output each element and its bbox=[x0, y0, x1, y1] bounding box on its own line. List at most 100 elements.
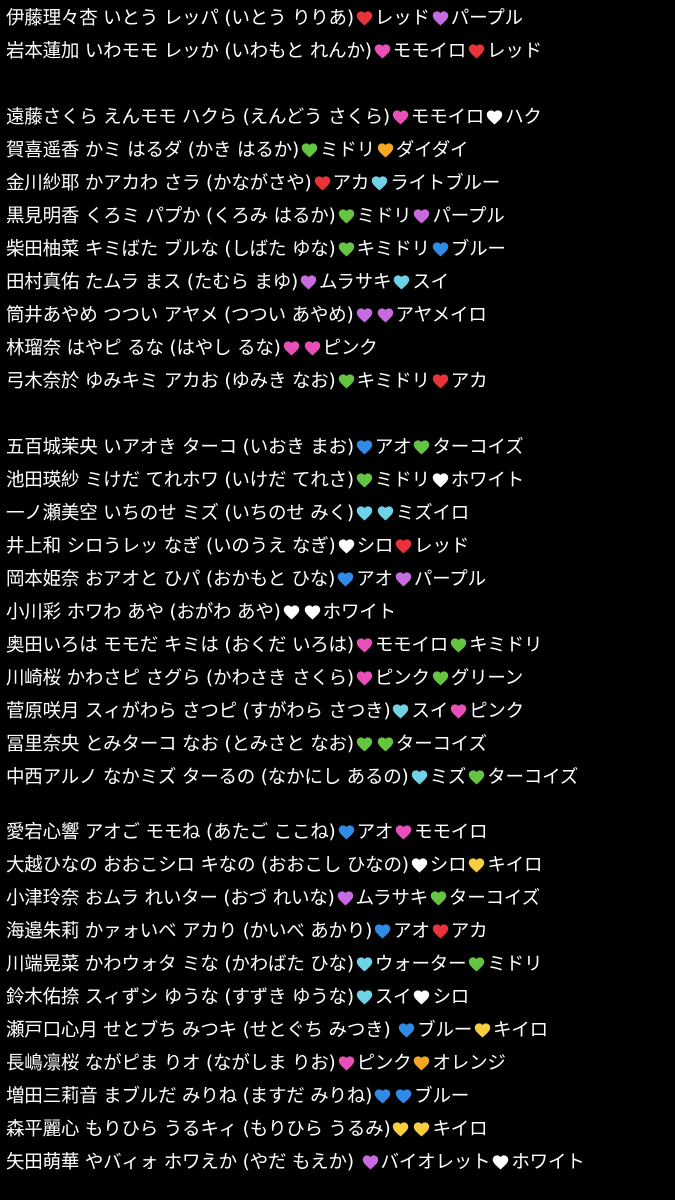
red-heart-icon bbox=[431, 922, 450, 939]
pink-heart-icon bbox=[373, 42, 392, 59]
member-line: 中西アルノ なかミズ ターるの (なかにし あるの) ミズ ターコイズ bbox=[6, 761, 671, 794]
color-label: ミドリ bbox=[319, 140, 375, 161]
green-heart-icon bbox=[449, 636, 468, 653]
color-label: ダイダイ bbox=[395, 140, 469, 161]
color-label: アオ bbox=[393, 921, 430, 942]
member-line: 伊藤理々杏 いとう レッパ (いとう りりあ) レッド パープル bbox=[6, 2, 671, 35]
color-label: レッド bbox=[414, 536, 470, 557]
pink-heart-icon bbox=[449, 702, 468, 719]
color-label: ピンク bbox=[374, 668, 430, 689]
member-name-text: 増田三莉音 まブルだ みりね (ますだ みりね) bbox=[6, 1086, 373, 1107]
color-label: ピンク bbox=[322, 338, 378, 359]
member-line: 小川彩 ホワわ あや (おがわ あや) ホワイト bbox=[6, 596, 671, 629]
green-heart-icon bbox=[376, 735, 395, 752]
member-line: 森平麗心 もりひら うるキィ (もりひら うるみ) キイロ bbox=[6, 1113, 671, 1146]
lightblue-heart-icon bbox=[392, 273, 411, 290]
white-heart-icon bbox=[431, 471, 450, 488]
color-label: バイオレット bbox=[380, 1152, 491, 1173]
member-name-text: 瀬戸口心月 せとブち みつキ (せとぐち みつき) bbox=[6, 1020, 397, 1041]
member-line: 矢田萌華 やバィォ ホワえか (やだ もえか) バイオレット ホワイト bbox=[6, 1146, 671, 1179]
color-label: アカ bbox=[450, 921, 488, 942]
color-label: キミドリ bbox=[356, 239, 430, 260]
color-label: ターコイズ bbox=[448, 888, 540, 909]
red-heart-icon bbox=[313, 174, 332, 191]
orange-heart-icon bbox=[376, 141, 395, 158]
color-label: モモイロ bbox=[392, 41, 466, 62]
yellow-heart-icon bbox=[412, 1120, 431, 1137]
member-line: 井上和 シロうレッ なぎ (いのうえ なぎ) シロ レッド bbox=[6, 530, 671, 563]
member-line: 川崎桜 かわさピ さグら (かわさき さくら) ピンク グリーン bbox=[6, 662, 671, 695]
color-label: ミドリ bbox=[356, 206, 412, 227]
green-heart-icon bbox=[412, 438, 431, 455]
color-label: ピンク bbox=[356, 1053, 412, 1074]
member-line: 筒井あやめ つつい アヤメ (つつい あやめ) アヤメイロ bbox=[6, 299, 671, 332]
red-heart-icon bbox=[355, 9, 374, 26]
member-line: 田村真佑 たムラ まス (たむら まゆ) ムラサキ スイ bbox=[6, 266, 671, 299]
green-heart-icon bbox=[337, 240, 356, 257]
member-name-text: 中西アルノ なかミズ ターるの (なかにし あるの) bbox=[6, 767, 409, 788]
member-line: 賀喜遥香 かミ はるダ (かき はるか) ミドリ ダイダイ bbox=[6, 134, 671, 167]
color-label: キイロ bbox=[493, 1020, 548, 1041]
yellow-heart-icon bbox=[473, 1021, 492, 1038]
member-line: 遠藤さくら えんモモ ハクら (えんどう さくら) モモイロ ハク bbox=[6, 101, 671, 134]
color-label: レッド bbox=[374, 8, 430, 29]
green-heart-icon bbox=[467, 955, 486, 972]
color-label: シロ bbox=[356, 536, 394, 557]
member-name-text: 黒見明香 くろミ パプか (くろみ はるか) bbox=[6, 206, 336, 227]
member-name-text: 岩本蓮加 いわモモ レッか (いわもと れんか) bbox=[6, 41, 372, 62]
member-line: 岡本姫奈 おアオと ひパ (おかもと ひな) アオ パープル bbox=[6, 563, 671, 596]
member-name-text: 川崎桜 かわさピ さグら (かわさき さくら) bbox=[6, 668, 354, 689]
color-label: ムラサキ bbox=[319, 272, 392, 293]
member-name-text: 小津玲奈 おムラ れいター (おづ れいな) bbox=[6, 888, 335, 909]
color-label: アオ bbox=[356, 569, 393, 590]
member-list: 伊藤理々杏 いとう レッパ (いとう りりあ) レッド パープル岩本蓮加 いわモモ … bbox=[6, 2, 671, 1179]
member-name-text: 川端晃菜 かわウォタ ミな (かわばた ひな) bbox=[6, 954, 354, 975]
color-label: ホワイト bbox=[322, 602, 396, 623]
white-heart-icon bbox=[282, 603, 301, 620]
color-label: パープル bbox=[432, 206, 505, 227]
color-label: ウォーター bbox=[374, 954, 467, 975]
member-name-text: 愛宕心響 アオご モモね (あたご ここね) bbox=[6, 822, 336, 843]
white-heart-icon bbox=[337, 537, 356, 554]
member-name-text: 金川紗耶 かアカわ さラ (かながさや) bbox=[6, 173, 312, 194]
member-line: 愛宕心響 アオご モモね (あたご ここね) アオ モモイロ bbox=[6, 816, 671, 849]
member-line: 柴田柚菜 キミばた ブルな (しばた ゆな) キミドリ ブルー bbox=[6, 233, 671, 266]
color-label: ホワイト bbox=[511, 1152, 585, 1173]
green-heart-icon bbox=[467, 768, 486, 785]
green-heart-icon bbox=[337, 372, 356, 389]
lightblue-heart-icon bbox=[391, 702, 410, 719]
purple-heart-icon bbox=[431, 9, 450, 26]
member-name-text: 池田瑛紗 ミけだ てれホワ (いけだ てれさ) bbox=[6, 470, 354, 491]
member-line: 奥田いろは モモだ キミは (おくだ いろは) モモイロ キミドリ bbox=[6, 629, 671, 662]
white-heart-icon bbox=[412, 988, 431, 1005]
green-heart-icon bbox=[431, 669, 450, 686]
color-label: シロ bbox=[429, 855, 467, 876]
member-name-text: 小川彩 ホワわ あや (おがわ あや) bbox=[6, 602, 281, 623]
color-label: ブルー bbox=[414, 1086, 470, 1107]
red-heart-icon bbox=[467, 42, 486, 59]
red-heart-icon bbox=[394, 537, 413, 554]
red-heart-icon bbox=[431, 372, 450, 389]
color-label: ライトブルー bbox=[390, 173, 501, 194]
color-label: キミドリ bbox=[469, 635, 543, 656]
color-label: ターコイズ bbox=[432, 437, 524, 458]
green-heart-icon bbox=[337, 207, 356, 224]
member-line: 長嶋凛桜 ながピま りオ (ながしま りお) ピンク オレンジ bbox=[6, 1047, 671, 1080]
color-label: キイロ bbox=[432, 1119, 488, 1140]
lightblue-heart-icon bbox=[376, 504, 395, 521]
color-label: アオ bbox=[374, 437, 412, 458]
green-heart-icon bbox=[300, 141, 319, 158]
color-label: ミズイロ bbox=[395, 503, 470, 524]
purple-heart-icon bbox=[355, 306, 374, 323]
color-label: ミズ bbox=[429, 767, 467, 788]
color-label: モモイロ bbox=[374, 635, 449, 656]
member-line: 増田三莉音 まブルだ みりね (ますだ みりね) ブルー bbox=[6, 1080, 671, 1113]
member-name-text: 森平麗心 もりひら うるキィ (もりひら うるみ) bbox=[6, 1119, 391, 1140]
purple-heart-icon bbox=[394, 570, 413, 587]
purple-heart-icon bbox=[336, 889, 355, 906]
member-line: 池田瑛紗 ミけだ てれホワ (いけだ てれさ) ミドリ ホワイト bbox=[6, 464, 671, 497]
purple-heart-icon bbox=[376, 306, 395, 323]
white-heart-icon bbox=[491, 1153, 510, 1170]
